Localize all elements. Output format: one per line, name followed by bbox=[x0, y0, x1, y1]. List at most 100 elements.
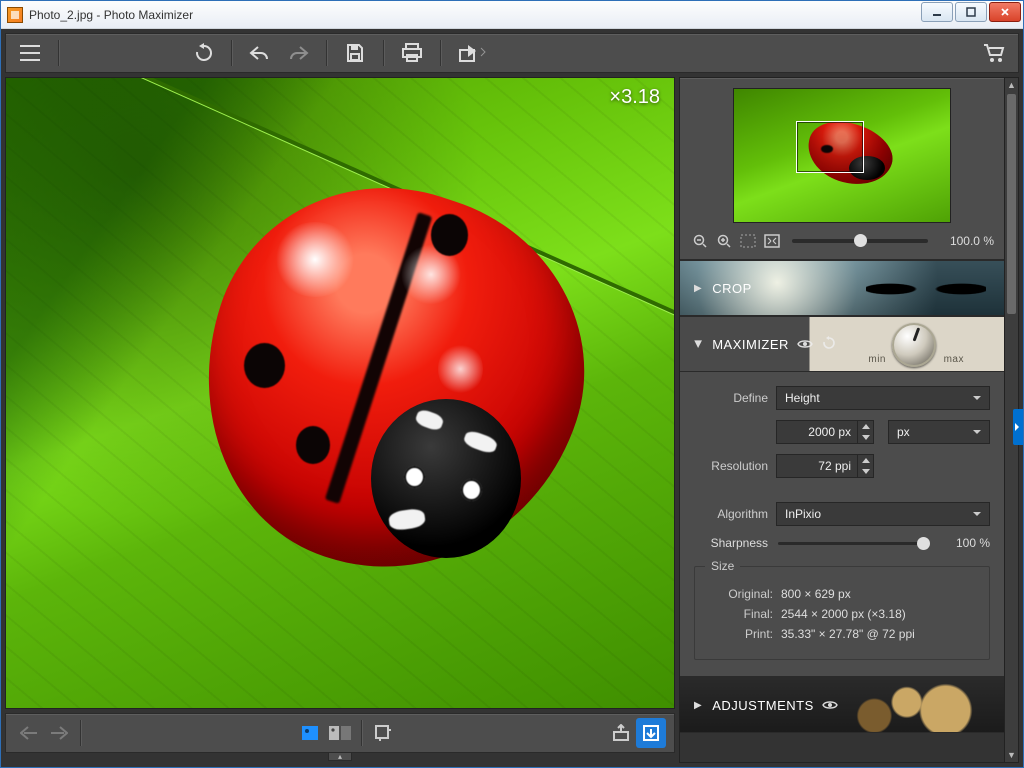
resolution-spin-down-icon[interactable] bbox=[858, 466, 873, 477]
visibility-eye-icon[interactable] bbox=[822, 698, 838, 713]
section-maximizer-body: Define Height 2000 px bbox=[680, 372, 1004, 677]
sharpness-value: 100 % bbox=[940, 536, 990, 550]
size-original-val: 800 × 629 px bbox=[781, 587, 851, 601]
bottom-toolbar bbox=[5, 713, 675, 753]
window-minimize-button[interactable] bbox=[921, 2, 953, 22]
navigator-controls: 100.0 % bbox=[690, 231, 994, 251]
unit-dropdown[interactable]: px bbox=[888, 420, 990, 444]
toolbar-separator bbox=[80, 720, 81, 746]
zoom-out-icon[interactable] bbox=[690, 231, 710, 251]
canvas-area[interactable]: ×3.18 bbox=[5, 77, 675, 709]
toolbar-separator bbox=[58, 40, 59, 66]
app-window: Photo_2.jpg - Photo Maximizer bbox=[0, 0, 1024, 768]
size-field[interactable]: 2000 px bbox=[776, 420, 858, 444]
section-maximizer-header[interactable]: ▶ MAXIMIZER min max bbox=[680, 316, 1004, 372]
size-info-group: Size Original:800 × 629 px Final:2544 × … bbox=[694, 566, 990, 660]
prev-image-button[interactable] bbox=[14, 718, 44, 748]
dial-min-label: min bbox=[868, 354, 886, 365]
size-spinner[interactable] bbox=[858, 420, 874, 444]
toolbar-separator bbox=[326, 40, 327, 66]
zoom-overlay-label: ×3.18 bbox=[609, 86, 660, 109]
section-adjustments-title: ADJUSTMENTS bbox=[712, 698, 814, 713]
window-close-button[interactable] bbox=[989, 2, 1021, 22]
size-final-val: 2544 × 2000 px (×3.18) bbox=[781, 607, 906, 621]
dial-max-label: max bbox=[944, 354, 964, 365]
section-reset-icon[interactable] bbox=[821, 336, 835, 353]
sharpness-slider-knob[interactable] bbox=[917, 537, 930, 550]
view-compare-button[interactable] bbox=[325, 718, 355, 748]
toolbar-separator bbox=[440, 40, 441, 66]
print-button[interactable] bbox=[396, 37, 428, 69]
resolution-spin-up-icon[interactable] bbox=[858, 455, 873, 466]
right-flyout-tab[interactable] bbox=[1013, 409, 1023, 445]
define-dropdown[interactable]: Height bbox=[776, 386, 990, 410]
canvas-image[interactable] bbox=[6, 78, 674, 708]
zoom-slider-knob[interactable] bbox=[854, 234, 867, 247]
size-original-key: Original: bbox=[709, 587, 773, 601]
size-legend: Size bbox=[705, 559, 740, 573]
right-pane: 100.0 % ▶ CROP ▶ MAXIMIZER bbox=[679, 77, 1019, 763]
share-button[interactable] bbox=[453, 37, 493, 69]
navigator-viewport-rect[interactable] bbox=[796, 121, 864, 173]
zoom-percent-label: 100.0 % bbox=[938, 234, 994, 248]
export-button[interactable] bbox=[606, 718, 636, 748]
sharpness-row: Sharpness 100 % bbox=[694, 536, 990, 550]
navigator-panel: 100.0 % bbox=[680, 78, 1004, 260]
algorithm-label: Algorithm bbox=[694, 507, 768, 521]
cart-button[interactable] bbox=[978, 37, 1010, 69]
size-spin-up-icon[interactable] bbox=[858, 421, 873, 432]
crop-tool-button[interactable] bbox=[368, 718, 398, 748]
next-image-button[interactable] bbox=[44, 718, 74, 748]
app-body: ×3.18 bbox=[1, 29, 1023, 767]
resolution-value: 72 ppi bbox=[818, 459, 851, 473]
scroll-down-icon[interactable]: ▼ bbox=[1005, 748, 1018, 762]
chevron-right-icon: ▶ bbox=[694, 700, 702, 711]
redo-button[interactable] bbox=[282, 37, 314, 69]
section-maximizer-title: MAXIMIZER bbox=[712, 337, 789, 352]
filmstrip-expand-handle[interactable]: ▴ bbox=[5, 753, 675, 763]
algorithm-dropdown[interactable]: InPixio bbox=[776, 502, 990, 526]
scroll-up-icon[interactable]: ▲ bbox=[1005, 78, 1018, 92]
toolbar-separator bbox=[231, 40, 232, 66]
undo-button[interactable] bbox=[244, 37, 276, 69]
hamburger-menu-icon[interactable] bbox=[14, 37, 46, 69]
side-panel: 100.0 % ▶ CROP ▶ MAXIMIZER bbox=[679, 77, 1005, 763]
navigator-thumbnail[interactable] bbox=[733, 88, 951, 223]
algorithm-row: Algorithm InPixio bbox=[694, 502, 990, 526]
ladybug-subject bbox=[206, 191, 580, 569]
define-value: Height bbox=[785, 391, 820, 405]
save-button[interactable] bbox=[339, 37, 371, 69]
toolbar-separator bbox=[383, 40, 384, 66]
size-spin-down-icon[interactable] bbox=[858, 432, 873, 443]
sharpness-slider[interactable] bbox=[778, 542, 930, 545]
resolution-spinner[interactable] bbox=[858, 454, 874, 478]
reset-button[interactable] bbox=[187, 37, 219, 69]
chevron-down-icon: ▶ bbox=[693, 340, 704, 348]
intensity-dial[interactable] bbox=[892, 323, 936, 367]
apply-button[interactable] bbox=[636, 718, 666, 748]
scroll-thumb[interactable] bbox=[1007, 94, 1016, 314]
unit-value: px bbox=[897, 425, 910, 439]
size-print-val: 35.33" × 27.78" @ 72 ppi bbox=[781, 627, 915, 641]
visibility-eye-icon[interactable] bbox=[797, 337, 813, 352]
actual-size-icon[interactable] bbox=[762, 231, 782, 251]
fit-screen-icon[interactable] bbox=[738, 231, 758, 251]
app-icon bbox=[7, 7, 23, 23]
section-crop-header[interactable]: ▶ CROP bbox=[680, 260, 1004, 316]
size-print-key: Print: bbox=[709, 627, 773, 641]
chevron-right-icon: ▶ bbox=[694, 283, 702, 294]
algorithm-value: InPixio bbox=[785, 507, 821, 521]
workspace: ×3.18 bbox=[5, 77, 1019, 763]
toolbar-separator bbox=[361, 720, 362, 746]
view-single-button[interactable] bbox=[295, 718, 325, 748]
define-label: Define bbox=[694, 391, 768, 405]
define-row: Define Height bbox=[694, 386, 990, 410]
zoom-slider[interactable] bbox=[792, 239, 928, 243]
window-maximize-button[interactable] bbox=[955, 2, 987, 22]
size-final-key: Final: bbox=[709, 607, 773, 621]
section-adjustments-header[interactable]: ▶ ADJUSTMENTS bbox=[680, 677, 1004, 733]
left-pane: ×3.18 bbox=[5, 77, 675, 763]
zoom-in-icon[interactable] bbox=[714, 231, 734, 251]
resolution-field[interactable]: 72 ppi bbox=[776, 454, 858, 478]
window-titlebar[interactable]: Photo_2.jpg - Photo Maximizer bbox=[1, 1, 1023, 29]
